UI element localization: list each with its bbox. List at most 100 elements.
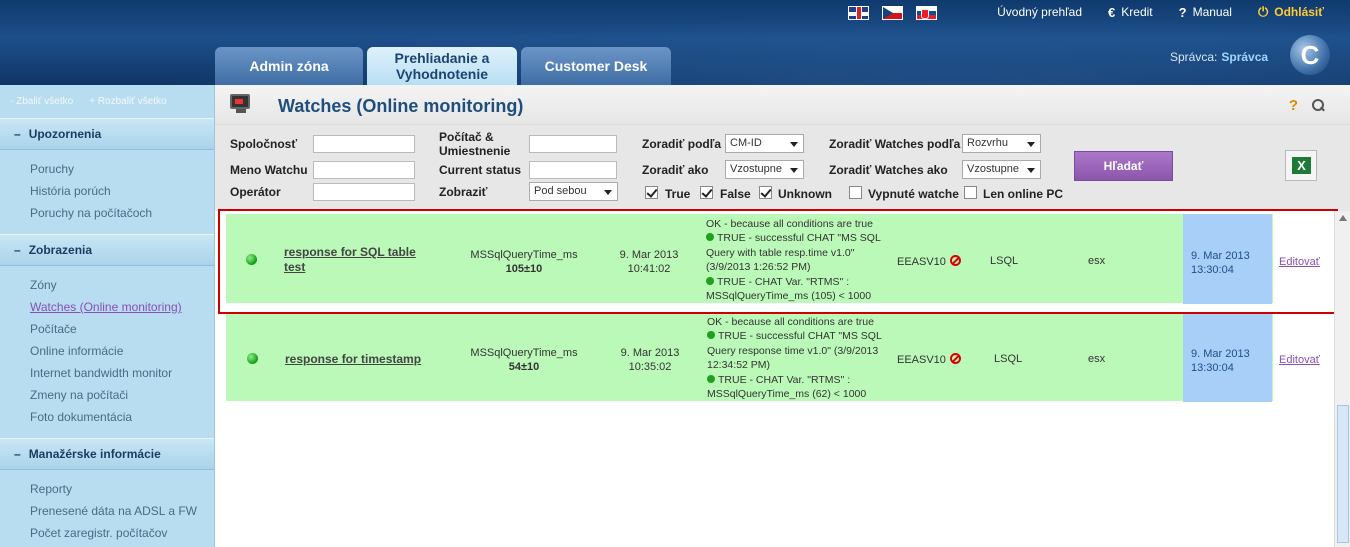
- question-icon: ?: [1178, 4, 1187, 20]
- admin-label: Správca:: [1170, 50, 1218, 64]
- sidebar-item-faults[interactable]: Poruchy: [30, 158, 214, 180]
- online-pc-checkbox[interactable]: [964, 186, 977, 199]
- metric-cell: MSSqlQueryTime_ms 54±10: [470, 347, 578, 373]
- edit-link[interactable]: Editovať: [1273, 312, 1323, 402]
- company-label: Spoločnosť: [230, 137, 298, 151]
- watches-table: response for SQL table test MSSqlQueryTi…: [215, 209, 1350, 547]
- sidebar-item-transfer-data[interactable]: Prenesené dáta na ADSL a FW: [30, 500, 214, 522]
- admin-name[interactable]: Správca: [1221, 50, 1268, 64]
- nav-home-link[interactable]: Úvodný prehľad: [997, 4, 1082, 20]
- disabled-watches-label: Vypnuté watche: [868, 187, 959, 201]
- scroll-thumb[interactable]: [1337, 405, 1349, 543]
- table-row[interactable]: response for timestamp MSSqlQueryTime_ms…: [226, 312, 1323, 402]
- sidebar-item-photo-docs[interactable]: Foto dokumentácia: [30, 406, 214, 428]
- type-cell: esx: [1088, 353, 1106, 365]
- excel-icon: X: [1292, 157, 1311, 174]
- green-dot-icon: [706, 276, 714, 285]
- company-input[interactable]: [313, 135, 415, 153]
- sort-watches-as-select[interactable]: Vzostupne: [962, 160, 1041, 179]
- flag-cz-icon[interactable]: [882, 6, 903, 20]
- language-flags: [848, 6, 937, 20]
- sidebar-item-bandwidth[interactable]: Internet bandwidth monitor: [30, 362, 214, 384]
- nav-logout-link[interactable]: ⏻ Odhlásiť: [1258, 4, 1324, 20]
- false-label: False: [720, 187, 751, 201]
- collapse-icon: –: [14, 243, 21, 257]
- sidebar-item-registered-pcs[interactable]: Počet zaregistr. počítačov: [30, 522, 214, 544]
- current-status-label: Current status: [439, 163, 522, 177]
- watch-name-link[interactable]: response for timestamp: [285, 352, 445, 367]
- current-status-input[interactable]: [529, 161, 617, 179]
- search-button[interactable]: Hľadať: [1074, 151, 1173, 181]
- sort-by-select[interactable]: CM-ID: [725, 134, 804, 153]
- watch-name-input[interactable]: [313, 161, 415, 179]
- euro-icon: €: [1108, 4, 1116, 20]
- sidebar: - Zbaliť všetko + Rozbaliť všetko – Upozo…: [0, 85, 215, 547]
- last-check-cell: 9. Mar 2013 10:41:02: [619, 249, 679, 275]
- disable-icon[interactable]: [949, 353, 961, 364]
- excel-export-button[interactable]: X: [1285, 150, 1317, 181]
- disable-icon[interactable]: [949, 255, 961, 266]
- section-management-list: Reporty Prenesené dáta na ADSL a FW Poče…: [0, 470, 214, 547]
- sidebar-item-online-info[interactable]: Online informácie: [30, 340, 214, 362]
- nav-credit-link[interactable]: € Kredit: [1108, 4, 1153, 20]
- main-tabs: Admin zóna Prehliadanie a Vyhodnotenie C…: [215, 47, 671, 85]
- table-row[interactable]: response for SQL table test MSSqlQueryTi…: [226, 214, 1323, 304]
- section-management[interactable]: – Manažérske informácie: [0, 438, 214, 470]
- section-alerts[interactable]: – Upozornenia: [0, 118, 214, 150]
- computer-cell: EEASV10: [897, 353, 961, 366]
- pc-location-input[interactable]: [529, 135, 617, 153]
- title-bar: Watches (Online monitoring) ?: [215, 85, 1350, 125]
- watch-name-label: Meno Watchu: [230, 163, 308, 177]
- sort-watches-by-select[interactable]: Rozvrhu: [962, 134, 1041, 153]
- tab-review[interactable]: Prehliadanie a Vyhodnotenie: [367, 47, 517, 85]
- sidebar-item-reports[interactable]: Reporty: [30, 478, 214, 500]
- sort-as-select[interactable]: Vzostupne: [725, 160, 804, 179]
- display-select[interactable]: Pod sebou: [529, 182, 618, 201]
- sort-watches-by-label: Zoradiť Watches podľa: [829, 137, 961, 151]
- false-checkbox[interactable]: [700, 186, 713, 199]
- section-views[interactable]: – Zobrazenia: [0, 234, 214, 266]
- scroll-up-icon[interactable]: [1339, 215, 1347, 221]
- status-detail: OK - because all conditions are true TRU…: [706, 218, 881, 303]
- sidebar-item-zones[interactable]: Zóny: [30, 274, 214, 296]
- metric-cell: MSSqlQueryTime_ms 105±10: [470, 249, 578, 275]
- flag-en-icon[interactable]: [848, 6, 869, 20]
- status-ok-icon: [246, 254, 257, 265]
- status-ok-icon: [247, 353, 258, 364]
- green-dot-icon: [707, 331, 715, 340]
- expand-bar: - Zbaliť všetko + Rozbaliť všetko: [0, 85, 214, 118]
- watch-name-link[interactable]: response for SQL table test: [284, 245, 434, 275]
- sidebar-item-pc-faults[interactable]: Poruchy na počítačoch: [30, 202, 214, 224]
- operator-input[interactable]: [313, 183, 415, 201]
- section-views-list: Zóny Watches (Online monitoring) Počítač…: [0, 266, 214, 438]
- help-icon[interactable]: ?: [1289, 97, 1298, 114]
- sidebar-item-fault-history[interactable]: História porúch: [30, 180, 214, 202]
- operator-label: Operátor: [230, 185, 281, 199]
- last-check-cell: 9. Mar 2013 10:35:02: [620, 347, 680, 373]
- sort-watches-as-label: Zoradiť Watches ako: [829, 163, 948, 177]
- collapse-all-link[interactable]: - Zbaliť všetko: [10, 96, 73, 107]
- sidebar-item-pc-changes[interactable]: Zmeny na počítači: [30, 384, 214, 406]
- next-check-cell: 9. Mar 2013 13:30:04: [1183, 312, 1272, 402]
- sort-by-label: Zoradiť podľa: [642, 137, 722, 151]
- flag-sk-icon[interactable]: [916, 6, 937, 20]
- section-alerts-list: Poruchy História porúch Poruchy na počít…: [0, 150, 214, 234]
- monitor-icon: [230, 94, 252, 114]
- header: Úvodný prehľad € Kredit ? Manual ⏻ Odhlásiť…: [0, 0, 1350, 85]
- search-icon[interactable]: [1312, 99, 1325, 112]
- vertical-scrollbar[interactable]: [1334, 211, 1350, 547]
- tab-admin-zone[interactable]: Admin zóna: [215, 47, 363, 85]
- sidebar-item-watches[interactable]: Watches (Online monitoring): [30, 296, 214, 318]
- true-checkbox[interactable]: [645, 186, 658, 199]
- sidebar-item-computers[interactable]: Počítače: [30, 318, 214, 340]
- unknown-checkbox[interactable]: [759, 186, 772, 199]
- collapse-icon: –: [14, 127, 21, 141]
- disabled-watches-checkbox[interactable]: [849, 186, 862, 199]
- edit-link[interactable]: Editovať: [1273, 214, 1323, 304]
- tab-customer-desk[interactable]: Customer Desk: [521, 47, 671, 85]
- expand-all-link[interactable]: + Rozbaliť všetko: [89, 96, 166, 107]
- main-content: Watches (Online monitoring) ? Spoločnosť…: [215, 85, 1350, 547]
- nav-manual-link[interactable]: ? Manual: [1179, 4, 1232, 20]
- top-nav: Úvodný prehľad € Kredit ? Manual ⏻ Odhlásiť: [997, 4, 1324, 20]
- pc-location-label: Počítač & Umiestnenie: [439, 130, 511, 158]
